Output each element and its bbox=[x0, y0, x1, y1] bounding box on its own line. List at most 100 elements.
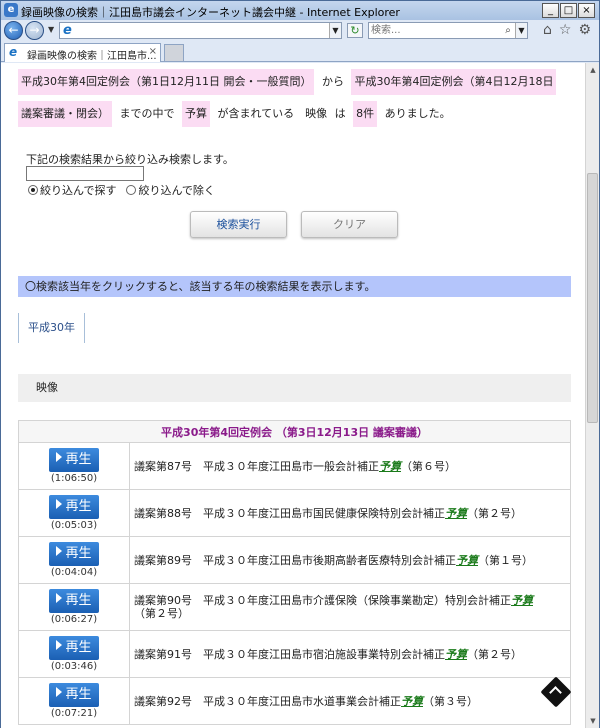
search-dropdown-icon[interactable]: ▼ bbox=[515, 23, 527, 38]
search-input[interactable] bbox=[371, 24, 501, 37]
tab-favicon-icon: e bbox=[9, 45, 18, 59]
section-video-label: 映像 bbox=[18, 374, 571, 402]
forward-arrow-icon: → bbox=[29, 23, 40, 37]
radio-exclude[interactable]: 絞り込んで除く bbox=[126, 182, 215, 198]
keyword-link[interactable]: 予算 bbox=[379, 460, 401, 473]
keyword-badge: 予算 bbox=[182, 101, 210, 127]
browser-window: e 録画映像の検索｜江田島市議会インターネット議会中継 - Internet E… bbox=[0, 0, 600, 728]
result-count: 8件 bbox=[353, 101, 378, 127]
navigation-bar: ← → ▼ e ▼ ↻ ⌕ ▼ ⌂ ☆ ⚙ bbox=[1, 20, 599, 41]
play-cell: 再生 (0:06:27) bbox=[18, 583, 130, 631]
table-row: 再生 (0:03:46) 議案第91号 平成３０年度江田島市宿泊施設事業特別会計… bbox=[18, 630, 571, 678]
agenda-text: 議案第90号 平成３０年度江田島市介護保険（保険事業勘定）特別会計補正 bbox=[134, 594, 511, 607]
agenda-suffix: （第２号） bbox=[134, 607, 189, 620]
search-box[interactable]: ⌕ ▼ bbox=[368, 22, 528, 39]
table-row: 再生 (1:06:50) 議案第87号 平成３０年度江田島市一般会計補正予算（第… bbox=[18, 442, 571, 490]
play-icon bbox=[56, 546, 63, 556]
refresh-button[interactable]: ↻ bbox=[347, 23, 363, 38]
history-dropdown-icon[interactable]: ▼ bbox=[48, 25, 54, 34]
keyword-link[interactable]: 予算 bbox=[456, 554, 478, 567]
agenda-description: 議案第89号 平成３０年度江田島市後期高齢者医療特別会計補正予算（第１号） bbox=[129, 536, 571, 584]
scroll-to-top-button[interactable] bbox=[540, 676, 572, 708]
radio-exclude-label: 絞り込んで除く bbox=[138, 184, 215, 197]
minimize-button[interactable]: _ bbox=[542, 3, 559, 18]
play-button[interactable]: 再生 bbox=[49, 495, 99, 519]
agenda-suffix: （第３号） bbox=[423, 694, 478, 708]
refine-options: 絞り込んで探す 絞り込んで除く bbox=[28, 182, 215, 198]
year-tab-h30[interactable]: 平成30年 bbox=[18, 313, 85, 343]
agenda-description: 議案第87号 平成３０年度江田島市一般会計補正予算（第６号） bbox=[129, 442, 571, 490]
refine-label: 下記の検索結果から絞り込み検索します。 bbox=[26, 153, 234, 166]
window-title: 録画映像の検索｜江田島市議会インターネット議会中継 - Internet Exp… bbox=[21, 6, 400, 19]
settings-icon[interactable]: ⚙ bbox=[578, 22, 591, 38]
radio-include[interactable]: 絞り込んで探す bbox=[28, 182, 116, 198]
play-label: 再生 bbox=[65, 499, 92, 514]
ie-page-icon: e bbox=[63, 23, 72, 38]
play-label: 再生 bbox=[65, 546, 92, 561]
table-row: 再生 (0:05:03) 議案第88号 平成３０年度江田島市国民健康保険特別会計… bbox=[18, 489, 571, 537]
search-execute-button[interactable]: 検索実行 bbox=[190, 211, 287, 238]
to-session-cont: 議案審議・閉会） bbox=[18, 101, 112, 127]
clear-button[interactable]: クリア bbox=[301, 211, 398, 238]
year-info-bar: 〇検索該当年をクリックすると、該当する年の検索結果を表示します。 bbox=[18, 276, 571, 297]
address-bar[interactable]: e ▼ bbox=[59, 22, 342, 39]
agenda-suffix: （第１号） bbox=[478, 553, 533, 567]
play-icon bbox=[56, 452, 63, 462]
duration: (0:03:46) bbox=[50, 661, 98, 672]
home-icon[interactable]: ⌂ bbox=[543, 22, 552, 38]
agenda-description: 議案第88号 平成３０年度江田島市国民健康保険特別会計補正予算（第２号） bbox=[129, 489, 571, 537]
radio-include-dot[interactable] bbox=[28, 185, 38, 195]
address-dropdown-icon[interactable]: ▼ bbox=[329, 23, 341, 38]
refine-input[interactable] bbox=[26, 166, 144, 181]
play-button[interactable]: 再生 bbox=[49, 448, 99, 472]
play-button[interactable]: 再生 bbox=[49, 589, 99, 613]
play-label: 再生 bbox=[65, 593, 92, 608]
back-arrow-icon: ← bbox=[8, 23, 19, 37]
scrollbar-thumb[interactable] bbox=[587, 173, 598, 423]
maximize-button[interactable]: □ bbox=[560, 3, 577, 18]
agenda-text: 議案第88号 平成３０年度江田島市国民健康保険特別会計補正 bbox=[134, 506, 445, 520]
agenda-suffix: （第６号） bbox=[401, 459, 456, 473]
back-button[interactable]: ← bbox=[4, 21, 23, 40]
keyword-link[interactable]: 予算 bbox=[445, 648, 467, 661]
contains-text: が含まれている 映像 bbox=[217, 107, 328, 120]
play-button[interactable]: 再生 bbox=[49, 636, 99, 660]
keyword-link[interactable]: 予算 bbox=[401, 695, 423, 708]
new-tab-button[interactable] bbox=[164, 44, 184, 61]
agenda-text: 議案第91号 平成３０年度江田島市宿泊施設事業特別会計補正 bbox=[134, 647, 445, 661]
from-session: 平成30年第4回定例会（第1日12月11日 開会・一般質問） bbox=[18, 69, 315, 95]
play-button[interactable]: 再生 bbox=[49, 683, 99, 707]
ie-app-icon: e bbox=[4, 3, 18, 17]
forward-button[interactable]: → bbox=[25, 21, 44, 40]
results-header-row: 平成30年第4回定例会 （第3日12月13日 議案審議） bbox=[18, 420, 571, 443]
title-bar: e 録画映像の検索｜江田島市議会インターネット議会中継 - Internet E… bbox=[1, 1, 599, 20]
result-text: ありました。 bbox=[384, 107, 451, 120]
keyword-link[interactable]: 予算 bbox=[445, 507, 467, 520]
play-button[interactable]: 再生 bbox=[49, 542, 99, 566]
tab-current[interactable]: e 録画映像の検索｜江田島市... × bbox=[4, 43, 161, 62]
search-conditions: 平成30年第4回定例会（第1日12月11日 開会・一般質問） から 平成30年第… bbox=[18, 69, 574, 133]
agenda-description: 議案第90号 平成３０年度江田島市介護保険（保険事業勘定）特別会計補正予算 （第２… bbox=[129, 583, 571, 631]
results-table: 平成30年第4回定例会 （第3日12月13日 議案審議） 再生 (1:06:50… bbox=[18, 420, 571, 725]
keyword-link[interactable]: 予算 bbox=[511, 594, 533, 607]
radio-exclude-dot[interactable] bbox=[126, 185, 137, 195]
agenda-suffix: （第２号） bbox=[467, 647, 522, 661]
play-icon bbox=[56, 687, 63, 697]
agenda-text: 議案第89号 平成３０年度江田島市後期高齢者医療特別会計補正 bbox=[134, 553, 456, 567]
play-icon bbox=[56, 499, 63, 509]
play-label: 再生 bbox=[65, 640, 92, 655]
radio-include-label: 絞り込んで探す bbox=[40, 184, 117, 197]
scroll-up-icon[interactable]: ▲ bbox=[586, 63, 600, 77]
duration: (1:06:50) bbox=[50, 473, 98, 484]
tab-label: 録画映像の検索｜江田島市... bbox=[27, 51, 157, 62]
favorites-icon[interactable]: ☆ bbox=[559, 22, 572, 38]
close-button[interactable]: × bbox=[578, 3, 595, 18]
from-word: から bbox=[321, 75, 344, 88]
vertical-scrollbar[interactable]: ▲ ▼ bbox=[585, 63, 599, 728]
play-icon bbox=[56, 640, 63, 650]
conditions-line-1: 平成30年第4回定例会（第1日12月11日 開会・一般質問） から 平成30年第… bbox=[18, 69, 574, 101]
search-icon[interactable]: ⌕ bbox=[502, 24, 514, 37]
scroll-down-icon[interactable]: ▼ bbox=[586, 714, 600, 728]
agenda-description: 議案第91号 平成３０年度江田島市宿泊施設事業特別会計補正予算（第２号） bbox=[129, 630, 571, 678]
tab-close-icon[interactable]: × bbox=[149, 46, 157, 57]
